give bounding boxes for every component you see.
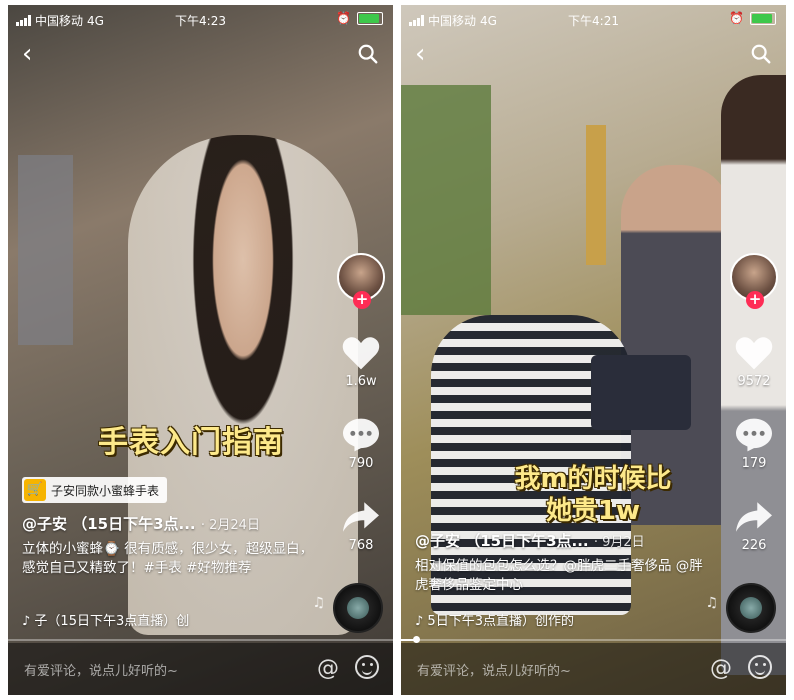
share-count: 768 [348, 538, 374, 553]
comment-bubble-icon [736, 418, 772, 452]
music-label[interactable]: ♪ 子（15日下午3点直播）创 [22, 610, 189, 629]
at-mention-icon[interactable]: @ [317, 656, 339, 681]
network-label: 4G [87, 13, 104, 28]
video-overlay-title: 我m的时候比她贵1w [514, 464, 672, 526]
author-avatar[interactable]: + [337, 253, 385, 309]
alarm-icon: ⏰ [336, 11, 351, 25]
video-description: 相对保值的包包怎么选？@胖虎二手奢侈品 @胖虎奢侈品鉴定中心 [415, 558, 703, 593]
carrier-label: 中国移动 [428, 14, 477, 28]
author-line[interactable]: @子安 （15日下午3点... · 2月24日 [22, 513, 322, 534]
emoji-icon[interactable] [355, 655, 379, 679]
back-arrow-icon[interactable]: ‹ [415, 41, 425, 67]
comment-bubble-icon [343, 418, 379, 452]
music-note-icon: ♫ [705, 595, 718, 611]
search-icon[interactable] [750, 43, 772, 65]
product-tag[interactable]: 🛒 子安同款小蜜蜂手表 [22, 477, 168, 503]
music-note-icon: ♫ [312, 595, 325, 611]
search-icon[interactable] [357, 43, 379, 65]
post-date: · 9月2日 [593, 535, 645, 550]
status-bar: 中国移动 4G 下午4:21 ⏰ [401, 5, 786, 33]
comment-button[interactable]: 790 [335, 417, 387, 471]
author-name[interactable]: @子安 （15日下午3点... [415, 532, 589, 550]
music-label[interactable]: ♪ 5日下午3点直播）创作的 [415, 610, 574, 629]
music-disc-icon[interactable] [726, 583, 776, 633]
comment-count: 790 [348, 456, 374, 471]
at-mention-icon[interactable]: @ [710, 656, 732, 681]
comment-placeholder[interactable]: 有爱评论，说点儿好听的~ [24, 660, 178, 679]
share-button[interactable]: 768 [335, 499, 387, 553]
share-button[interactable]: 226 [728, 499, 780, 553]
video-info: @子安 （15日下午3点... · 2月24日 立体的小蜜蜂⌚ 很有质感，很少女… [22, 513, 322, 578]
comment-placeholder[interactable]: 有爱评论，说点儿好听的~ [417, 660, 571, 679]
status-time: 下午4:21 [568, 14, 619, 28]
follow-button[interactable]: + [746, 291, 764, 309]
comment-input-bar[interactable]: 有爱评论，说点儿好听的~ @ [8, 643, 393, 695]
comment-count: 179 [741, 456, 767, 471]
comment-input-bar[interactable]: 有爱评论，说点儿好听的~ @ [401, 643, 786, 695]
background-lamp [586, 125, 606, 265]
battery-icon [750, 11, 776, 25]
share-arrow-icon [736, 502, 772, 532]
alarm-icon: ⏰ [729, 11, 744, 25]
carrier-label: 中国移动 [35, 14, 84, 28]
video-screen-right: 中国移动 4G 下午4:21 ⏰ ‹ + 9572 179 226 我m的时候比… [401, 5, 786, 695]
like-button[interactable]: 1.6w [335, 335, 387, 389]
like-count: 1.6w [345, 374, 377, 389]
handbag [591, 355, 691, 430]
share-arrow-icon [343, 502, 379, 532]
status-time: 下午4:23 [175, 14, 226, 28]
signal-icon [409, 15, 424, 26]
signal-icon [16, 15, 31, 26]
post-date: · 2月24日 [200, 518, 260, 533]
background-window [401, 85, 491, 315]
author-name[interactable]: @子安 （15日下午3点... [22, 515, 196, 533]
status-bar: 中国移动 4G 下午4:23 ⏰ [8, 5, 393, 33]
video-screen-left: 中国移动 4G 下午4:23 ⏰ ‹ + 1.6w 790 768 手表入门指南… [8, 5, 393, 695]
heart-icon [735, 337, 773, 370]
video-overlay-title: 手表入门指南 [98, 425, 284, 460]
video-info: @子安 （15日下午3点... · 9月2日 相对保值的包包怎么选？@胖虎二手奢… [415, 530, 715, 595]
video-description: 立体的小蜜蜂⌚ 很有质感，很少女，超级显白，感觉自己又精致了！#手表 #好物推荐 [22, 541, 314, 576]
cart-icon: 🛒 [24, 479, 46, 501]
video-progress-bar[interactable] [8, 639, 393, 641]
like-button[interactable]: 9572 [728, 335, 780, 389]
heart-icon [342, 337, 380, 370]
author-avatar[interactable]: + [730, 253, 778, 309]
comment-button[interactable]: 179 [728, 417, 780, 471]
background-curtain [18, 155, 73, 345]
author-line[interactable]: @子安 （15日下午3点... · 9月2日 [415, 530, 715, 551]
product-label: 子安同款小蜜蜂手表 [51, 483, 160, 498]
back-arrow-icon[interactable]: ‹ [22, 41, 32, 67]
music-disc-icon[interactable] [333, 583, 383, 633]
battery-icon [357, 11, 383, 25]
follow-button[interactable]: + [353, 291, 371, 309]
network-label: 4G [480, 13, 497, 28]
emoji-icon[interactable] [748, 655, 772, 679]
video-progress-bar[interactable] [401, 636, 786, 643]
like-count: 9572 [737, 374, 771, 389]
share-count: 226 [741, 538, 767, 553]
